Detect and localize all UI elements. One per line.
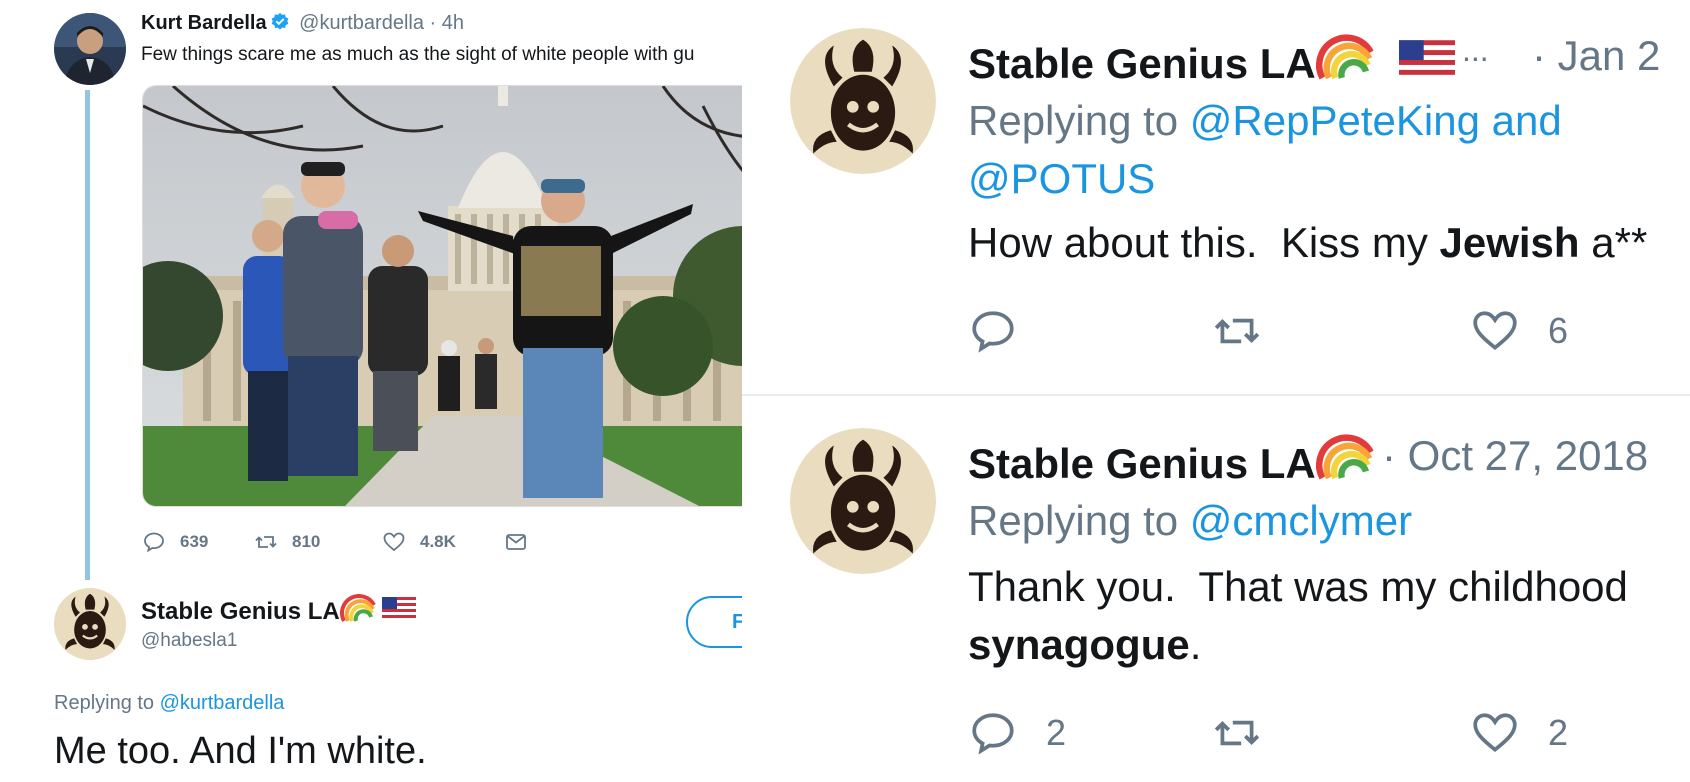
kurt-author-handle[interactable]: @kurtbardella xyxy=(299,12,424,34)
tweet-text-2-line1: Thank you. That was my childhood xyxy=(968,563,1628,610)
rainbow-emoji xyxy=(1315,34,1374,80)
right-screenshot-panel: Stable Genius LA ... · Jan 2 Replying to… xyxy=(742,0,1690,782)
stable-genius-name-2-text: Stable Genius LA xyxy=(968,440,1316,487)
like-icon xyxy=(1473,713,1517,753)
replying-to-line-1: Replying to @RepPeteKing and @POTUS xyxy=(968,92,1668,208)
like-button[interactable]: 4.8K xyxy=(382,530,456,554)
stable-genius-name-1[interactable]: Stable Genius LA xyxy=(968,32,1456,88)
stable-genius-name-1-text: Stable Genius LA xyxy=(968,40,1316,87)
reply-icon xyxy=(972,311,1014,353)
retweet-button-1[interactable] xyxy=(1212,306,1262,356)
like-count-1: 6 xyxy=(1548,310,1569,351)
avatar-stable-genius-la-left[interactable] xyxy=(54,588,126,660)
kurt-tweet-header: Kurt Bardella @kurtbardella · 4h xyxy=(141,12,464,35)
reply-count-2: 2 xyxy=(1046,712,1067,753)
retweet-icon xyxy=(1214,318,1260,344)
like-icon xyxy=(383,532,405,552)
tweet-divider xyxy=(742,394,1690,396)
dm-icon xyxy=(506,534,526,550)
tweet-text-1-bold: Jewish xyxy=(1439,219,1580,266)
tweet-photo[interactable] xyxy=(142,85,742,507)
replying-to-link-potus[interactable]: @POTUS xyxy=(968,155,1155,202)
tweet-text-1: How about this. Kiss my Jewish a** xyxy=(968,214,1690,272)
avatar-kurt-bardella[interactable] xyxy=(54,13,126,85)
reply-button[interactable]: 639 xyxy=(142,530,208,554)
reply-button-1[interactable] xyxy=(968,306,1018,356)
reply-icon xyxy=(144,532,164,553)
stable-genius-name-left[interactable]: Stable Genius LA xyxy=(141,593,417,626)
us-flag-emoji xyxy=(1399,40,1456,80)
direct-message-button[interactable] xyxy=(504,530,528,554)
reply-icon xyxy=(972,713,1014,755)
tweet-text-2-bold: synagogue xyxy=(968,621,1190,668)
stable-genius-handle-left[interactable]: @habesla1 xyxy=(141,630,237,652)
replying-to-line-left: Replying to @kurtbardella xyxy=(54,692,284,715)
kurt-author-name[interactable]: Kurt Bardella xyxy=(141,12,267,34)
reply-count: 639 xyxy=(180,532,209,551)
kurt-tweet-text: Few things scare me as much as the sight… xyxy=(141,44,695,65)
replying-to-link-cmclymer[interactable]: @cmclymer xyxy=(1190,497,1412,544)
retweet-icon xyxy=(1214,720,1260,746)
tweet-text-2-end: . xyxy=(1189,621,1202,668)
retweet-count: 810 xyxy=(292,532,321,551)
replying-to-line-2: Replying to @cmclymer xyxy=(968,492,1668,550)
stable-genius-reply-text-left: Me too. And I'm white. xyxy=(54,730,427,772)
like-button-2[interactable]: 2 xyxy=(1470,708,1568,758)
replying-prefix-2: Replying to xyxy=(968,497,1179,544)
like-count: 4.8K xyxy=(420,532,456,551)
like-icon xyxy=(1473,311,1517,351)
verified-badge-icon xyxy=(271,12,288,30)
stable-genius-name-text: Stable Genius LA xyxy=(141,598,340,625)
tweet-text-1-end: a** xyxy=(1579,219,1648,266)
avatar-stable-genius-la-1[interactable] xyxy=(790,28,936,174)
retweet-icon xyxy=(255,536,277,548)
replying-prefix-1: Replying to xyxy=(968,97,1179,144)
replying-to-link-kurtbardella[interactable]: @kurtbardella xyxy=(160,692,285,714)
like-button-1[interactable]: 6 xyxy=(1470,306,1568,356)
us-flag-emoji xyxy=(382,597,417,621)
thread-connector-line xyxy=(85,90,90,580)
like-count-2: 2 xyxy=(1548,712,1569,753)
left-screenshot-panel: Kurt Bardella @kurtbardella · 4h Few thi… xyxy=(0,0,742,782)
retweet-button[interactable]: 810 xyxy=(254,530,320,554)
kurt-tweet-time[interactable]: · 4h xyxy=(430,12,464,34)
tweet-date-2[interactable]: · Oct 27, 2018 xyxy=(1382,432,1648,480)
tweet-date-1[interactable]: · Jan 2 xyxy=(1532,32,1660,80)
retweet-button-2[interactable] xyxy=(1212,708,1262,758)
rainbow-emoji xyxy=(339,594,376,622)
avatar-stable-genius-la-2[interactable] xyxy=(790,428,936,574)
name-truncation-ellipsis: ... xyxy=(1462,32,1489,68)
replying-to-link-repeteking[interactable]: @RepPeteKing and xyxy=(1190,97,1562,144)
reply-button-2[interactable]: 2 xyxy=(968,708,1066,758)
follow-button[interactable]: F xyxy=(686,596,742,648)
tweet-text-1-start: How about this. Kiss my xyxy=(968,219,1440,266)
rainbow-emoji xyxy=(1315,434,1374,480)
replying-prefix-left: Replying to xyxy=(54,692,155,714)
tweet-text-2: Thank you. That was my childhood synagog… xyxy=(968,558,1690,674)
stable-genius-name-2[interactable]: Stable Genius LA xyxy=(968,432,1374,488)
